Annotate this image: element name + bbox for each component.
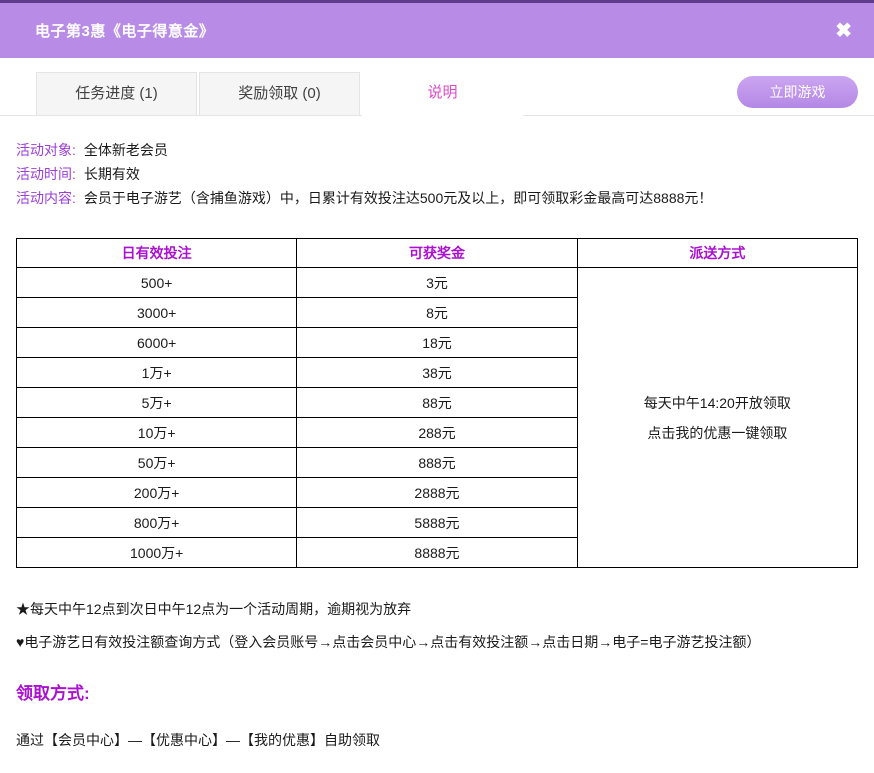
notes: ★每天中午12点到次日中午12点为一个活动周期，逾期视为放弃 ♥电子游艺日有效投…: [16, 598, 858, 653]
table-cell: 6000+: [17, 328, 297, 358]
table-cell: 8888元: [297, 538, 577, 568]
tab-reward-claim[interactable]: 奖励领取 (0): [199, 72, 360, 115]
activity-content-value: 会员于电子游艺（含捕鱼游戏）中，日累计有效投注达500元及以上，即可领取彩金最高…: [84, 190, 713, 206]
dialog-content: 活动对象: 全体新老会员 活动时间: 长期有效 活动内容: 会员于电子游艺（含捕鱼游戏…: [0, 138, 874, 750]
table-cell: 38元: [297, 358, 577, 388]
table-cell: 500+: [17, 268, 297, 298]
table-cell: 1000万+: [17, 538, 297, 568]
activity-content-label: 活动内容:: [16, 190, 76, 206]
activity-time-value: 长期有效: [84, 166, 140, 182]
claim-method-heading: 领取方式:: [16, 679, 858, 704]
note-cycle: ★每天中午12点到次日中午12点为一个活动周期，逾期视为放弃: [16, 598, 858, 620]
table-cell: 3000+: [17, 298, 297, 328]
table-cell: 88元: [297, 388, 577, 418]
table-cell: 5888元: [297, 508, 577, 538]
note-query: ♥电子游艺日有效投注额查询方式（登入会员账号→点击会员中心→点击有效投注额→点击…: [16, 631, 858, 653]
table-cell: 5万+: [17, 388, 297, 418]
table-cell: 800万+: [17, 508, 297, 538]
tab-description[interactable]: 说明: [362, 71, 523, 116]
table-cell: 50万+: [17, 448, 297, 478]
dialog-title: 电子第3惠《电子得意金》: [35, 20, 214, 41]
activity-target-line: 活动对象: 全体新老会员: [16, 138, 858, 162]
dialog-header: 电子第3惠《电子得意金》 ✖: [0, 0, 874, 58]
table-cell: 200万+: [17, 478, 297, 508]
table-cell: 888元: [297, 448, 577, 478]
activity-info: 活动对象: 全体新老会员 活动时间: 长期有效 活动内容: 会员于电子游艺（含捕鱼游戏…: [16, 138, 858, 210]
table-row: 500+3元每天中午14:20开放领取点击我的优惠一键领取: [17, 268, 858, 298]
table-cell: 1万+: [17, 358, 297, 388]
activity-time-label: 活动时间:: [16, 166, 76, 182]
table-header-cell: 可获奖金: [297, 239, 577, 268]
activity-time-line: 活动时间: 长期有效: [16, 162, 858, 186]
play-now-button[interactable]: 立即游戏: [737, 76, 858, 108]
activity-target-label: 活动对象:: [16, 142, 76, 158]
table-cell: 2888元: [297, 478, 577, 508]
close-icon[interactable]: ✖: [835, 21, 852, 41]
activity-target-value: 全体新老会员: [84, 142, 168, 158]
table-cell: 18元: [297, 328, 577, 358]
table-cell: 10万+: [17, 418, 297, 448]
tab-bar: 任务进度 (1) 奖励领取 (0) 说明 立即游戏: [0, 72, 874, 116]
table-cell: 288元: [297, 418, 577, 448]
delivery-line: 点击我的优惠一键领取: [578, 418, 857, 448]
table-header-cell: 派送方式: [577, 239, 857, 268]
table-cell: 8元: [297, 298, 577, 328]
delivery-cell: 每天中午14:20开放领取点击我的优惠一键领取: [577, 268, 857, 568]
activity-content-line: 活动内容: 会员于电子游艺（含捕鱼游戏）中，日累计有效投注达500元及以上，即可领…: [16, 186, 858, 210]
bonus-table: 日有效投注可获奖金派送方式500+3元每天中午14:20开放领取点击我的优惠一键…: [16, 238, 858, 568]
delivery-line: 每天中午14:20开放领取: [578, 388, 857, 418]
claim-method-text: 通过【会员中心】—【优惠中心】—【我的优惠】自助领取: [16, 730, 858, 750]
table-header-cell: 日有效投注: [17, 239, 297, 268]
table-header-row: 日有效投注可获奖金派送方式: [17, 239, 858, 268]
tab-task-progress[interactable]: 任务进度 (1): [36, 72, 197, 115]
table-cell: 3元: [297, 268, 577, 298]
